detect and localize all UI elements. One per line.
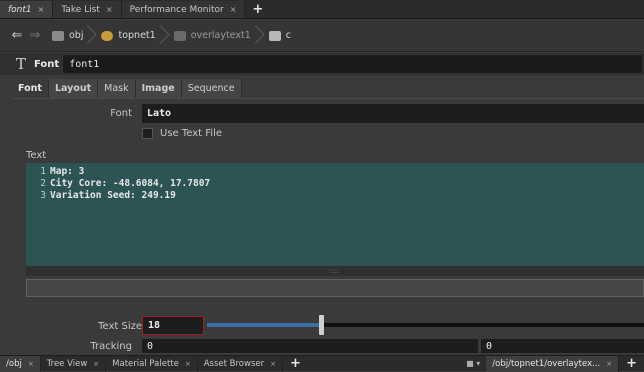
line-number: 1 [40, 166, 46, 177]
line-number: 3 [40, 190, 46, 201]
close-icon[interactable]: × [185, 360, 191, 368]
forward-arrow-icon[interactable]: ⇒ [28, 28, 42, 43]
topnet-icon [101, 30, 114, 41]
tab-asset-browser[interactable]: Asset Browser × [198, 355, 283, 372]
parameter-panel: Font Lato Use Text File Text 1 Map: 3 2 Ci… [12, 98, 644, 353]
tab-performance-monitor[interactable]: Performance Monitor × [121, 1, 246, 18]
text-line: 2 City Core: -48.6084, 17.7807 [26, 178, 644, 190]
breadcrumb-c[interactable]: c [263, 25, 299, 47]
add-tab-icon[interactable]: + [619, 356, 644, 372]
breadcrumb-label: c [285, 30, 291, 41]
add-tab-icon[interactable]: + [283, 356, 308, 372]
close-icon[interactable]: × [93, 360, 99, 368]
tab-image[interactable]: Image [135, 79, 182, 98]
text-size-field[interactable]: 18 [142, 316, 204, 335]
close-icon[interactable]: × [230, 5, 237, 14]
text-size-slider[interactable] [207, 315, 644, 335]
close-icon[interactable]: × [28, 360, 34, 368]
tab-font[interactable]: Font [12, 79, 49, 98]
path-bar: ⇐ ⇒ obj topnet1 overlaytext1 c [0, 20, 644, 52]
text-editor[interactable]: 1 Map: 3 2 City Core: -48.6084, 17.7807 3V… [26, 163, 644, 266]
line-content: Variation Seed: 249.19 [50, 190, 176, 201]
text-label: Text [26, 150, 47, 161]
tracking-x-field[interactable]: 0 [142, 339, 478, 353]
text-size-label: Text Size [98, 321, 142, 332]
tab-layout[interactable]: Layout [48, 79, 99, 98]
tab-tree-view[interactable]: Tree View × [41, 355, 107, 372]
tab-label: Take List [61, 4, 100, 15]
tab-sequence[interactable]: Sequence [181, 79, 242, 98]
tab-take-list[interactable]: Take List × [53, 1, 122, 18]
use-text-file-label: Use Text File [160, 128, 222, 139]
tab-network-path[interactable]: /obj/topnet1/overlaytex... × [486, 355, 620, 372]
font-field[interactable]: Lato [142, 104, 644, 123]
breadcrumb-overlaytext1[interactable]: overlaytext1 [168, 25, 259, 47]
tracking-y-field[interactable]: 0 [481, 339, 644, 353]
pane-tab-bar: font1 × Take List × Performance Monitor × + [0, 0, 644, 19]
folder-icon [52, 30, 64, 41]
text-line: 1 Map: 3 [26, 166, 644, 178]
parameter-tabs: Font Layout Mask Image Sequence [0, 79, 644, 98]
breadcrumb-label: obj [69, 30, 84, 41]
tab-label: font1 [8, 4, 32, 15]
cop-net-icon [173, 30, 186, 41]
layers-icon [268, 30, 281, 41]
line-content: City Core: -48.6084, 17.7807 [50, 178, 211, 189]
breadcrumb-obj[interactable]: obj [46, 25, 91, 47]
line-number: 2 [40, 178, 46, 189]
line-content: Map: 3 [50, 166, 85, 177]
add-tab-icon[interactable]: + [245, 1, 270, 18]
tracking-label: Tracking [90, 341, 132, 352]
back-arrow-icon[interactable]: ⇐ [10, 28, 24, 43]
tab-label: Performance Monitor [129, 4, 224, 15]
font-node-icon: T [16, 55, 27, 73]
tab-mask[interactable]: Mask [98, 79, 136, 98]
close-icon[interactable]: × [106, 5, 113, 14]
node-header: T Font font1 [0, 53, 644, 75]
font-label: Font [110, 108, 132, 119]
close-icon[interactable]: × [38, 5, 45, 14]
tab-label: /obj/topnet1/overlaytex... [492, 358, 601, 369]
tab-obj[interactable]: /obj × [0, 355, 41, 372]
bottom-tab-bar: /obj × Tree View × Material Palette × Asset… [0, 355, 644, 372]
breadcrumb-label: overlaytext1 [190, 30, 251, 41]
tab-material-palette[interactable]: Material Palette × [106, 355, 198, 372]
tab-label: /obj [6, 358, 22, 369]
text-secondary-field[interactable] [26, 279, 644, 297]
node-type-label: Font [34, 58, 60, 70]
breadcrumb-topnet1[interactable]: topnet1 [95, 25, 163, 47]
resize-grip[interactable]: ::: [26, 266, 644, 276]
tab-label: Material Palette [112, 358, 179, 369]
text-line: 3 Variation Seed: 249.19 [26, 190, 644, 202]
close-icon[interactable]: × [270, 360, 276, 368]
node-name-field[interactable]: font1 [63, 55, 642, 73]
slider-fill [207, 323, 321, 327]
pane-menu-icon[interactable]: ■ ▾ [460, 359, 486, 368]
breadcrumb-label: topnet1 [118, 30, 156, 41]
close-icon[interactable]: × [606, 360, 612, 368]
slider-handle[interactable] [318, 315, 324, 335]
tab-label: Asset Browser [203, 358, 265, 369]
tab-font1[interactable]: font1 × [0, 1, 54, 18]
use-text-file-checkbox[interactable] [142, 128, 153, 139]
tab-label: Tree View [46, 358, 88, 369]
